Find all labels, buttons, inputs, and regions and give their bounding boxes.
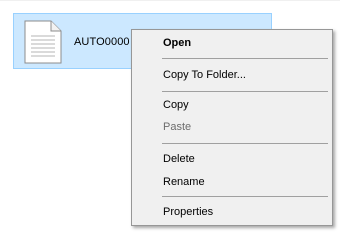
document-icon [24,20,62,64]
menu-item-paste: Paste [134,116,330,138]
context-menu: Open Copy To Folder... Copy Paste Delete… [131,29,333,226]
menu-item-open[interactable]: Open [134,32,330,54]
pane-top-border [0,0,340,1]
menu-item-label: Properties [163,206,214,218]
menu-item-rename[interactable]: Rename [134,171,330,193]
menu-separator [162,91,328,92]
menu-item-delete[interactable]: Delete [134,148,330,170]
menu-item-properties[interactable]: Properties [134,201,330,223]
file-name-label: AUTO0000 [74,36,130,48]
menu-separator [162,196,328,197]
menu-separator [162,58,328,59]
menu-item-copy-to-folder[interactable]: Copy To Folder... [134,64,330,86]
menu-item-label: Rename [163,176,205,188]
menu-item-label: Copy [163,99,189,111]
menu-item-label: Open [163,37,192,49]
menu-item-label: Copy To Folder... [163,69,246,81]
menu-item-label: Paste [163,121,192,133]
menu-item-label: Delete [163,153,195,165]
menu-item-copy[interactable]: Copy [134,94,330,116]
menu-separator [162,143,328,144]
